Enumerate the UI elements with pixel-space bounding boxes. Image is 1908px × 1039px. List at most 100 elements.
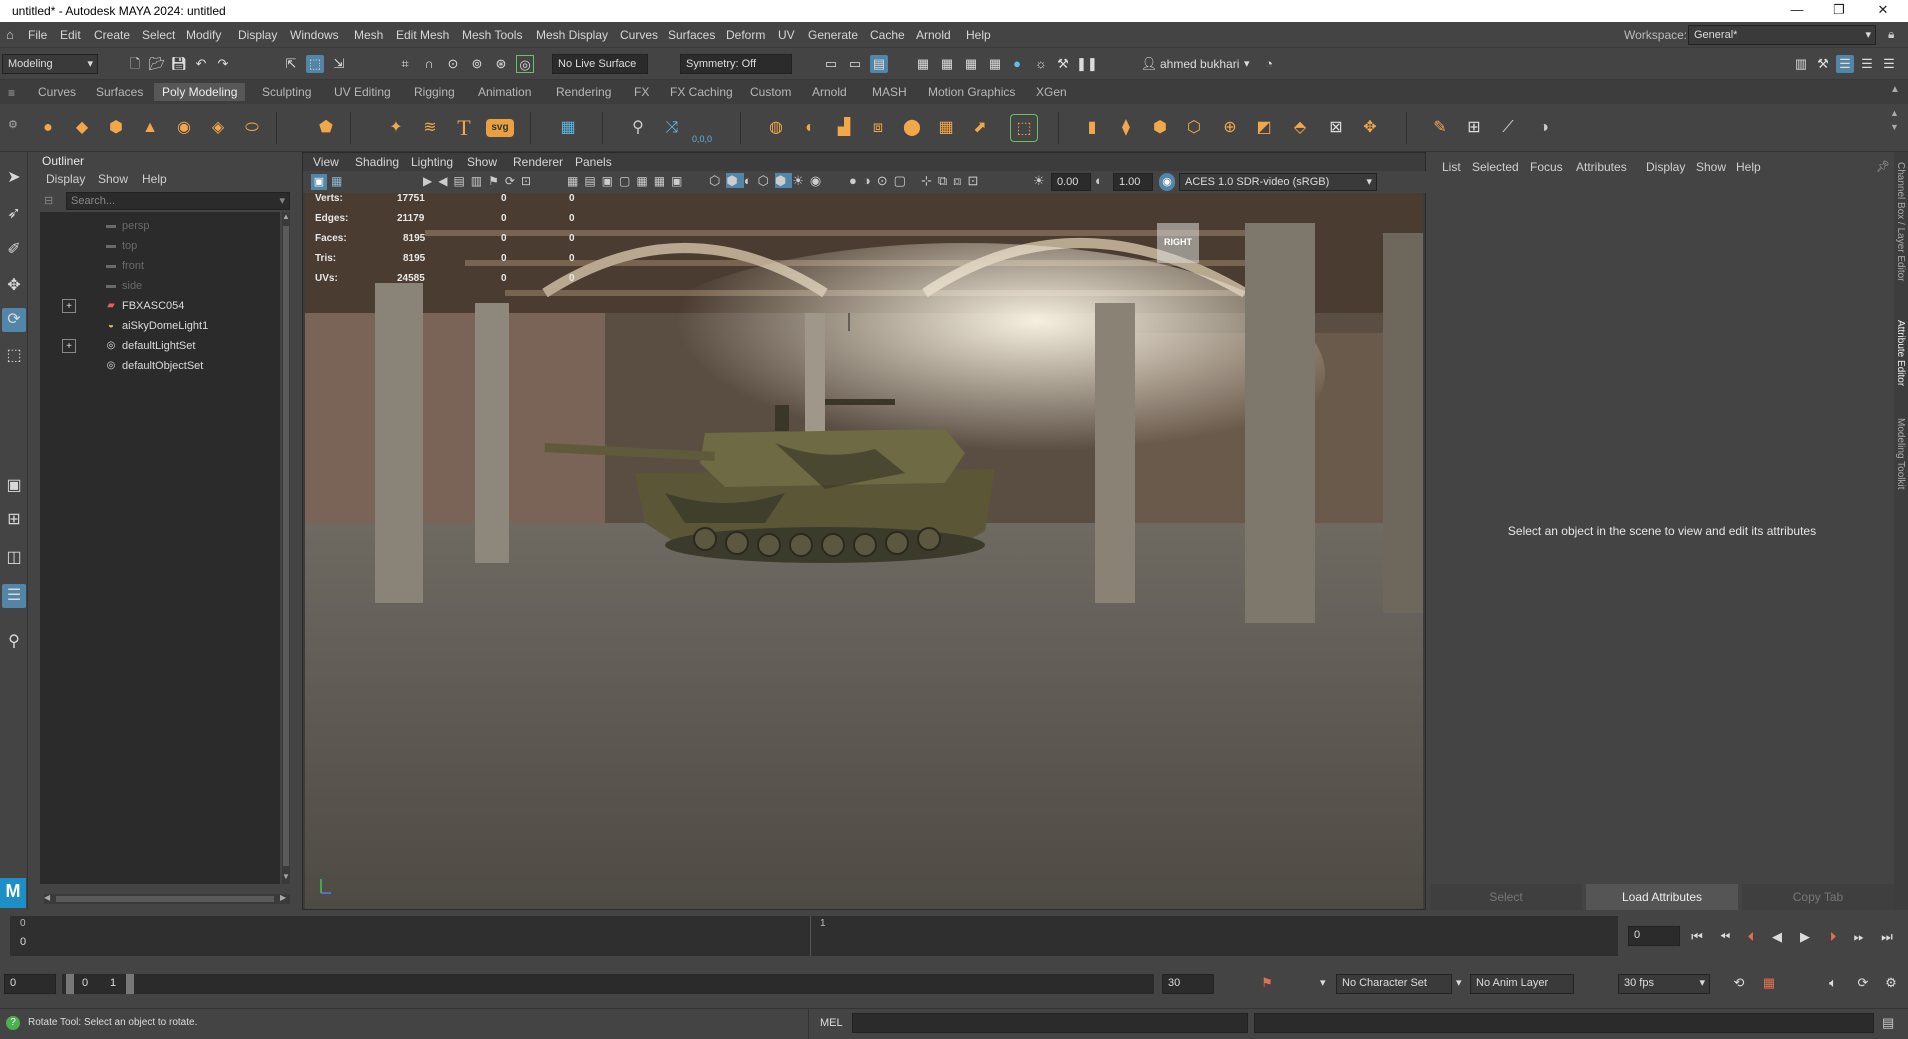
expand-icon[interactable]: + bbox=[62, 299, 76, 313]
shelf-tab-motion-graphics[interactable]: Motion Graphics bbox=[928, 85, 1015, 99]
maximize-button[interactable]: ❐ bbox=[1822, 2, 1856, 20]
menu-curves[interactable]: Curves bbox=[620, 28, 658, 42]
attr-menu-selected[interactable]: Selected bbox=[1472, 160, 1519, 174]
shelf-tab-animation[interactable]: Animation bbox=[478, 85, 531, 99]
cylinder-icon[interactable]: ⬢ bbox=[102, 114, 130, 142]
filter-icon[interactable]: ⊟ bbox=[44, 194, 53, 207]
snap-grid-icon[interactable]: ⌗ bbox=[396, 55, 414, 73]
render-settings-icon[interactable]: ▤ bbox=[870, 55, 888, 73]
shelf-tab-arnold[interactable]: Arnold bbox=[812, 85, 847, 99]
attr-menu-show[interactable]: Show bbox=[1696, 160, 1726, 174]
poke-icon[interactable]: ✥ bbox=[1356, 114, 1384, 142]
separate-icon[interactable]: ⤨ bbox=[658, 114, 686, 142]
command-language-label[interactable]: MEL bbox=[820, 1017, 843, 1029]
character-set-dropdown[interactable]: No Character Set bbox=[1336, 974, 1452, 994]
menu-create[interactable]: Create bbox=[94, 28, 130, 42]
shelf-scroll-up-icon[interactable]: ▲ bbox=[1890, 108, 1899, 118]
copy-tab-button[interactable]: Copy Tab bbox=[1742, 884, 1894, 910]
select-camera-icon[interactable]: ▣ bbox=[311, 174, 327, 190]
extract-icon[interactable]: ◐ bbox=[796, 114, 824, 142]
viewport-menu-show[interactable]: Show bbox=[467, 155, 497, 169]
boolean-icon[interactable]: ▟ bbox=[830, 114, 858, 142]
pin-icon[interactable]: 📌︎ bbox=[1876, 160, 1890, 173]
symmetry-dropdown[interactable]: Symmetry: Off bbox=[680, 54, 792, 74]
snap-curve-icon[interactable]: ∩ bbox=[420, 55, 438, 73]
type-icon[interactable]: T bbox=[450, 114, 478, 142]
hypershade-icon[interactable]: ▦ bbox=[962, 55, 980, 73]
menu-display[interactable]: Display bbox=[238, 28, 277, 42]
select-hierarchy-icon[interactable]: ⇱ bbox=[282, 55, 300, 73]
play-forwards-icon[interactable]: ▶ bbox=[1794, 928, 1816, 946]
sound-icon[interactable]: 🔈︎ bbox=[1822, 974, 1844, 992]
mirror-icon[interactable]: ⧈ bbox=[864, 114, 892, 142]
viewport-canvas[interactable]: RIGHT Verts: 17751 0 0 Edges: 21179 0 0 … bbox=[305, 193, 1423, 909]
redo-icon[interactable]: ↷ bbox=[214, 55, 232, 73]
fps-dropdown[interactable]: 30 fps ▾ bbox=[1618, 974, 1710, 994]
render-region-icon[interactable]: ▦ bbox=[938, 55, 956, 73]
minimize-button[interactable]: — bbox=[1780, 2, 1814, 20]
current-frame-field[interactable]: 0 bbox=[1628, 926, 1680, 946]
arnold-light-icon[interactable]: ☼ bbox=[1032, 55, 1050, 73]
home-icon[interactable]: ⌂ bbox=[6, 27, 14, 42]
shelf-tab-custom[interactable]: Custom bbox=[750, 85, 791, 99]
attribute-editor-icon[interactable]: ☰ bbox=[1836, 55, 1854, 73]
wedge-icon[interactable]: ⟋ bbox=[1494, 114, 1522, 142]
torus-icon[interactable]: ◉ bbox=[170, 114, 198, 142]
shelf-tab-fx[interactable]: FX bbox=[634, 85, 649, 99]
list-item[interactable]: ▬ persp bbox=[40, 216, 280, 236]
menu-windows[interactable]: Windows bbox=[290, 28, 339, 42]
select-component-icon[interactable]: ⇲ bbox=[330, 55, 348, 73]
viewport-menu-view[interactable]: View bbox=[313, 155, 339, 169]
menu-modify[interactable]: Modify bbox=[186, 28, 221, 42]
exposure-field[interactable]: 0.00 bbox=[1051, 173, 1091, 191]
select-object-icon[interactable]: ⬚ bbox=[306, 55, 324, 73]
menu-mesh-tools[interactable]: Mesh Tools bbox=[462, 28, 522, 42]
tool-settings-icon[interactable]: ☰ bbox=[1858, 55, 1876, 73]
knife-icon[interactable]: ⊕ bbox=[1216, 114, 1244, 142]
anim-layer-dropdown[interactable]: No Anim Layer bbox=[1470, 974, 1574, 994]
cube-icon[interactable]: ◆ bbox=[68, 114, 96, 142]
range-slider-track[interactable]: 0 1 bbox=[62, 974, 1154, 994]
channel-box-icon[interactable]: ☰ bbox=[1880, 55, 1898, 73]
go-to-start-icon[interactable]: ⏮ bbox=[1686, 928, 1708, 946]
list-item[interactable]: + ◎ defaultLightSet bbox=[40, 336, 280, 356]
go-to-end-icon[interactable]: ⏭ bbox=[1876, 928, 1898, 946]
tab-modeling-toolkit[interactable]: Modeling Toolkit bbox=[1895, 418, 1906, 490]
cone-icon[interactable]: ▲ bbox=[136, 114, 164, 142]
shelf-tab-rendering[interactable]: Rendering bbox=[556, 85, 611, 99]
live-surface-field[interactable]: No Live Surface bbox=[552, 54, 648, 74]
chevron-down-icon[interactable]: ▾ bbox=[1244, 57, 1250, 70]
shelf-tab-uv-editing[interactable]: UV Editing bbox=[334, 85, 391, 99]
menu-cache[interactable]: Cache bbox=[870, 28, 905, 42]
undo-icon[interactable]: ↶ bbox=[192, 55, 210, 73]
range-start-field[interactable]: 0 bbox=[4, 974, 56, 994]
step-back-frame-icon[interactable]: ⏴ bbox=[1740, 928, 1762, 946]
scroll-up-icon[interactable]: ▲ bbox=[282, 212, 290, 221]
menu-deform[interactable]: Deform bbox=[726, 28, 765, 42]
menu-set-dropdown[interactable]: Modeling ▾ bbox=[2, 54, 98, 74]
outliner-menu-help[interactable]: Help bbox=[142, 172, 167, 186]
step-back-key-icon[interactable]: ⏪︎ bbox=[1714, 928, 1736, 946]
connect-icon[interactable]: ⬡ bbox=[1180, 114, 1208, 142]
shelf-tab-poly-modeling[interactable]: Poly Modeling bbox=[154, 83, 246, 101]
time-slider-track[interactable]: 0 1 0 bbox=[10, 916, 1618, 956]
list-item[interactable]: ▬ top bbox=[40, 236, 280, 256]
viewport-menu-renderer[interactable]: Renderer bbox=[513, 155, 563, 169]
attr-menu-list[interactable]: List bbox=[1442, 160, 1461, 174]
list-item[interactable]: ▬ side bbox=[40, 276, 280, 296]
lasso-tool-icon[interactable]: ➶ bbox=[2, 202, 26, 226]
attr-menu-focus[interactable]: Focus bbox=[1530, 160, 1563, 174]
load-attributes-button[interactable]: Load Attributes bbox=[1586, 884, 1738, 910]
outliner-vertical-scrollbar[interactable]: ▲ ▼ bbox=[282, 212, 290, 884]
viewport-menu-shading[interactable]: Shading bbox=[355, 155, 399, 169]
menu-generate[interactable]: Generate bbox=[808, 28, 858, 42]
paint-select-icon[interactable]: ✐ bbox=[2, 238, 26, 262]
scroll-left-icon[interactable]: ◀ bbox=[44, 893, 50, 902]
two-view-icon[interactable]: ◫ bbox=[2, 546, 26, 570]
gamma-field[interactable]: 1.00 bbox=[1113, 173, 1153, 191]
attr-menu-help[interactable]: Help bbox=[1736, 160, 1761, 174]
color-space-dropdown[interactable]: ACES 1.0 SDR-video (sRGB) ▾ bbox=[1179, 173, 1377, 191]
outliner-menu-display[interactable]: Display bbox=[46, 172, 85, 186]
outliner-menu-show[interactable]: Show bbox=[98, 172, 128, 186]
shading-mode-icons[interactable]: ⬡⬢◐⬡⬢☀◉ bbox=[709, 173, 827, 189]
